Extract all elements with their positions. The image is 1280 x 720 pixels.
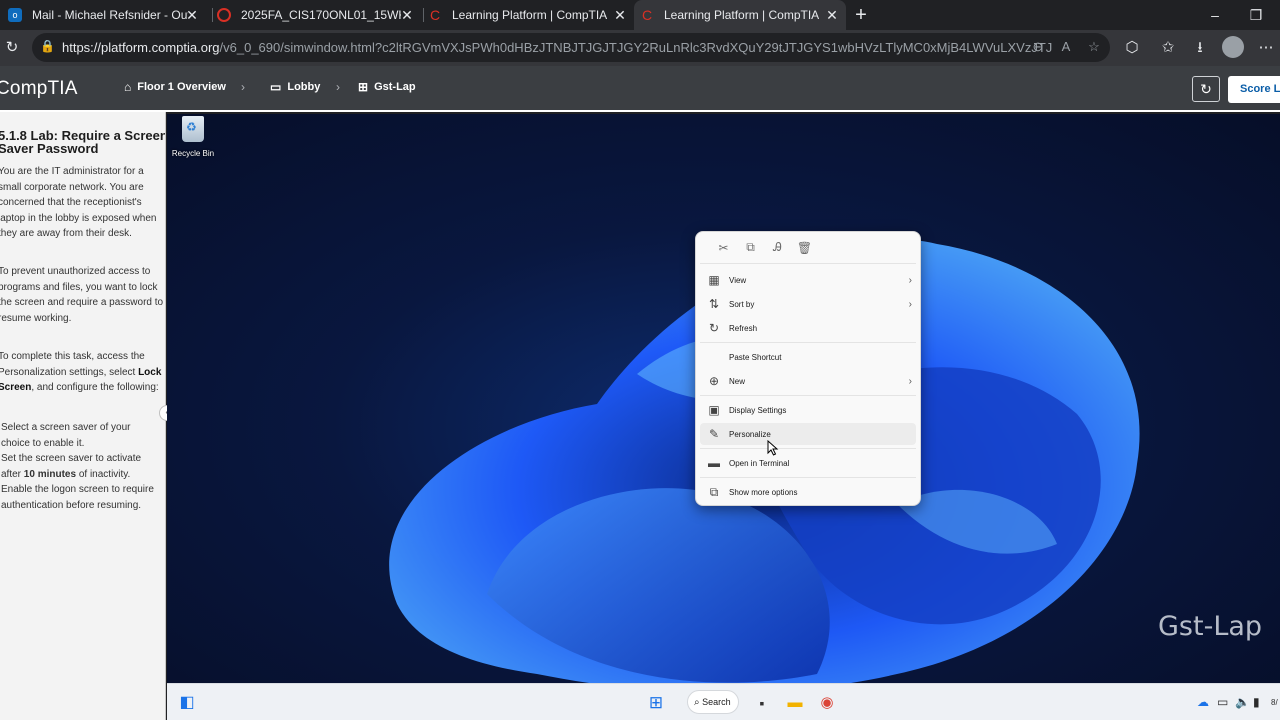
widgets-icon[interactable]: ◧ bbox=[177, 693, 197, 713]
menu-separator bbox=[700, 395, 916, 396]
instructions-paragraph-2: To prevent unauthorized access to progra… bbox=[0, 266, 164, 324]
tab-comptia-1[interactable]: C Learning Platform | CompTIA ✕ bbox=[424, 0, 634, 30]
score-lab-button[interactable]: Score Lab bbox=[1228, 76, 1280, 103]
address-bar[interactable]: 🔒 https://platform.comptia.org/v6_0_690/… bbox=[32, 33, 1110, 62]
menu-item-refresh[interactable]: ↻ Refresh bbox=[700, 317, 916, 339]
browser-tab-strip: o Mail - Michael Refsnider - Outlook ✕ 2… bbox=[0, 0, 1280, 30]
instructions-panel: 5.1.8 Lab: Require a Screen Saver Passwo… bbox=[0, 112, 166, 720]
copy-icon[interactable]: ⧉ bbox=[737, 240, 764, 255]
clock-text[interactable]: 8/ bbox=[1271, 698, 1278, 707]
lab-header: CompTIA ⌂ Floor 1 Overview › ▭ Lobby › ⊞… bbox=[0, 66, 1280, 112]
chevron-right-icon: › bbox=[336, 80, 340, 94]
close-tab-icon[interactable]: ✕ bbox=[824, 7, 840, 23]
favorites-icon[interactable]: ✩ bbox=[1158, 38, 1178, 58]
sort-icon: ⇅ bbox=[708, 297, 720, 311]
close-tab-icon[interactable]: ✕ bbox=[612, 7, 628, 23]
minimize-button[interactable]: – bbox=[1204, 4, 1226, 26]
course-icon bbox=[217, 8, 231, 22]
building-icon: ⌂ bbox=[124, 80, 132, 94]
recycle-bin-shortcut[interactable]: Recycle Bin bbox=[167, 116, 219, 158]
plus-circle-icon: ⊕ bbox=[708, 374, 720, 388]
chrome-icon[interactable]: ◉ bbox=[817, 693, 837, 713]
menu-item-view[interactable]: ▦ View › bbox=[700, 269, 916, 291]
brush-icon: ✎ bbox=[708, 427, 720, 441]
chevron-right-icon: › bbox=[241, 80, 245, 94]
reset-lab-button[interactable]: ↻ bbox=[1192, 76, 1220, 102]
menu-separator bbox=[700, 448, 916, 449]
menu-item-personalize[interactable]: ✎ Personalize bbox=[700, 423, 916, 445]
comptia-icon: C bbox=[429, 7, 441, 23]
breadcrumb-lobby[interactable]: ▭ Lobby bbox=[270, 80, 320, 94]
display-icon: ▣ bbox=[708, 403, 720, 417]
onedrive-icon[interactable]: ☁ bbox=[1197, 695, 1209, 709]
instructions-paragraph-1: You are the IT administrator for a small… bbox=[0, 166, 157, 239]
comptia-icon: C bbox=[641, 7, 653, 23]
instructions-paragraph-3: To complete this task, access the Person… bbox=[0, 351, 162, 393]
comptia-logo: CompTIA bbox=[0, 78, 78, 99]
submenu-arrow-icon: › bbox=[908, 375, 912, 387]
close-tab-icon[interactable]: ✕ bbox=[399, 7, 415, 23]
menu-separator bbox=[700, 477, 916, 478]
task-item: Select a screen saver of your choice to … bbox=[1, 422, 131, 449]
context-menu-quick-actions: ✂ ⧉ Ꭿ 🗑 bbox=[700, 232, 916, 264]
outlook-icon: o bbox=[8, 8, 22, 22]
more-menu-icon[interactable]: ⋯ bbox=[1256, 38, 1276, 58]
grid-icon: ▦ bbox=[708, 273, 720, 287]
delete-icon[interactable]: 🗑 bbox=[791, 241, 818, 255]
breadcrumb-gst-lap[interactable]: ⊞ Gst-Lap bbox=[358, 80, 416, 94]
extensions-icon[interactable]: ⬡ bbox=[1122, 38, 1142, 58]
task-list: Select a screen saver of your choice to … bbox=[1, 420, 161, 513]
search-icon: ⌕ bbox=[694, 697, 700, 708]
submenu-arrow-icon: › bbox=[908, 274, 912, 286]
terminal-icon: ▬ bbox=[708, 456, 720, 470]
menu-separator bbox=[700, 342, 916, 343]
battery-icon[interactable]: ▮ bbox=[1253, 695, 1260, 709]
browser-toolbar: ↻ 🔒 https://platform.comptia.org/v6_0_69… bbox=[0, 30, 1280, 66]
close-tab-icon[interactable]: ✕ bbox=[184, 7, 200, 23]
tab-outlook-mail[interactable]: o Mail - Michael Refsnider - Outlook ✕ bbox=[0, 0, 206, 30]
profile-avatar[interactable] bbox=[1222, 36, 1244, 58]
windows-icon: ⊞ bbox=[358, 80, 369, 94]
site-info-icon[interactable]: 🔒 bbox=[40, 39, 56, 55]
mouse-cursor-icon bbox=[767, 440, 779, 456]
tab-comptia-active[interactable]: C Learning Platform | CompTIA ✕ bbox=[634, 0, 846, 30]
read-aloud-icon[interactable]: A bbox=[1058, 39, 1074, 55]
windows-desktop[interactable]: Recycle Bin Gst-Lap ✂ ⧉ Ꭿ 🗑 ▦ View › ⇅ S… bbox=[167, 114, 1280, 683]
restore-button[interactable]: ❐ bbox=[1245, 4, 1267, 26]
rename-icon[interactable]: Ꭿ bbox=[764, 240, 791, 255]
volume-icon[interactable]: 🔈 bbox=[1235, 695, 1250, 709]
task-item: Enable the logon screen to require authe… bbox=[1, 484, 154, 511]
computer-name-watermark: Gst-Lap bbox=[1158, 611, 1263, 642]
new-tab-button[interactable]: + bbox=[850, 4, 872, 26]
windows-taskbar: ◧ ⊞ ⌕ Search ▪ ▬ ◉ ☁ ▭ 🔈 ▮ 8/ bbox=[167, 683, 1280, 720]
menu-item-open-terminal[interactable]: ▬ Open in Terminal bbox=[700, 452, 916, 474]
task-item: Set the screen saver to activate after 1… bbox=[1, 453, 142, 480]
monitor-icon: ▭ bbox=[270, 80, 282, 94]
more-options-icon: ⧉ bbox=[709, 484, 719, 499]
lab-title: 5.1.8 Lab: Require a Screen Saver Passwo… bbox=[0, 128, 166, 156]
taskbar-search[interactable]: ⌕ Search bbox=[687, 690, 739, 714]
url-text[interactable]: https://platform.comptia.org/v6_0_690/si… bbox=[62, 40, 1052, 55]
start-button[interactable]: ⊞ bbox=[646, 693, 666, 713]
file-explorer-icon[interactable]: ▬ bbox=[785, 693, 805, 713]
recycle-bin-icon bbox=[182, 116, 204, 142]
task-view-icon[interactable]: ▪ bbox=[752, 693, 772, 713]
zoom-icon[interactable]: ⊖ bbox=[1030, 39, 1046, 55]
menu-item-sort-by[interactable]: ⇅ Sort by › bbox=[700, 293, 916, 315]
reload-icon[interactable]: ↻ bbox=[2, 38, 22, 58]
submenu-arrow-icon: › bbox=[908, 298, 912, 310]
downloads-icon[interactable]: ⭳ bbox=[1190, 38, 1210, 58]
menu-item-show-more-options[interactable]: ⧉ Show more options bbox=[700, 481, 916, 503]
network-icon[interactable]: ▭ bbox=[1217, 695, 1228, 709]
menu-item-display-settings[interactable]: ▣ Display Settings bbox=[700, 399, 916, 421]
cut-icon[interactable]: ✂ bbox=[710, 241, 737, 255]
menu-item-paste-shortcut[interactable]: Paste Shortcut bbox=[700, 346, 916, 368]
favorite-star-icon[interactable]: ☆ bbox=[1086, 39, 1102, 55]
breadcrumb-floor-overview[interactable]: ⌂ Floor 1 Overview bbox=[124, 80, 226, 94]
refresh-icon: ↻ bbox=[708, 321, 720, 335]
menu-item-new[interactable]: ⊕ New › bbox=[700, 370, 916, 392]
tab-course[interactable]: 2025FA_CIS170ONL01_15WK Intro ✕ bbox=[213, 0, 421, 30]
desktop-context-menu: ✂ ⧉ Ꭿ 🗑 ▦ View › ⇅ Sort by › ↻ Refresh P… bbox=[695, 231, 921, 506]
